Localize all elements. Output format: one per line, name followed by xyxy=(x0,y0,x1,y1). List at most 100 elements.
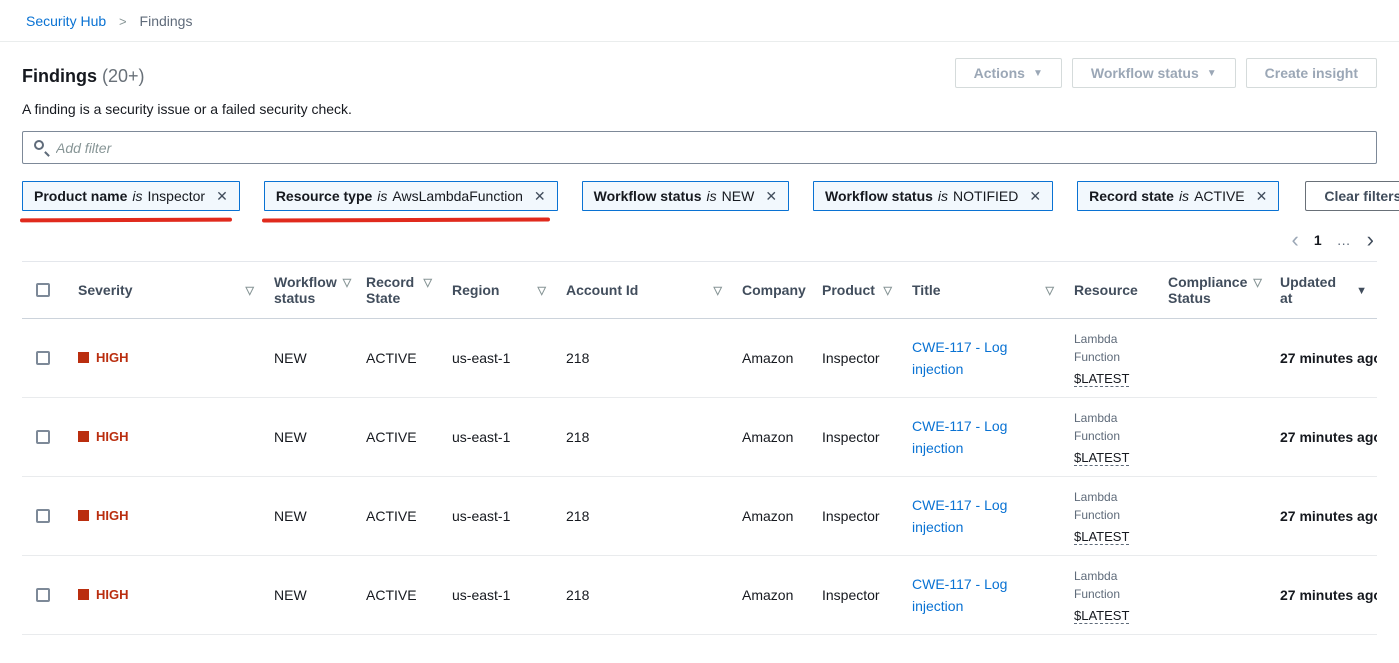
previous-page-icon[interactable]: ‹ xyxy=(1292,233,1299,247)
filter-chip-operator: is xyxy=(377,188,387,204)
breadcrumb-current: Findings xyxy=(140,13,193,29)
column-header-severity[interactable]: Severity▽ xyxy=(68,262,264,319)
search-icon xyxy=(34,140,44,150)
resource-id[interactable]: $LATEST xyxy=(1074,529,1129,545)
cell-record_state: ACTIVE xyxy=(356,477,442,556)
cell-compliance_status xyxy=(1158,477,1270,556)
column-header-workflow_status[interactable]: Workflow status▽ xyxy=(264,262,356,319)
resource-id[interactable]: $LATEST xyxy=(1074,371,1129,387)
filter-chip-operator: is xyxy=(132,188,142,204)
cell-compliance_status xyxy=(1158,556,1270,635)
table-row: HIGHNEWACTIVEus-east-1218AmazonInspector… xyxy=(22,477,1377,556)
column-label: Record State xyxy=(366,274,418,306)
cell-title: CWE-117 - Log injection xyxy=(902,556,1064,635)
dismiss-icon[interactable]: ✕ xyxy=(534,189,546,203)
page-title: Findings (20+) xyxy=(22,66,145,87)
findings-table: Severity▽Workflow status▽Record State▽Re… xyxy=(22,261,1377,635)
cell-region: us-east-1 xyxy=(442,556,556,635)
breadcrumb-security-hub[interactable]: Security Hub xyxy=(26,13,106,29)
severity-label: HIGH xyxy=(96,508,129,523)
next-page-icon[interactable]: › xyxy=(1367,233,1374,247)
column-header-updated_at[interactable]: Updated at▼ xyxy=(1270,262,1377,319)
workflow-status-button[interactable]: Workflow status ▼ xyxy=(1072,58,1236,88)
cell-severity: HIGH xyxy=(68,556,264,635)
finding-title-link[interactable]: CWE-117 - Log injection xyxy=(912,415,1054,460)
cell-updated_at: 27 minutes ago xyxy=(1270,398,1377,477)
filter-chip-name: Product name xyxy=(34,188,127,204)
clear-filters-button[interactable]: Clear filters xyxy=(1305,181,1399,211)
sort-icon[interactable]: ▽ xyxy=(343,276,351,289)
cell-account_id: 218 xyxy=(556,319,732,398)
sort-icon[interactable]: ▽ xyxy=(884,284,892,297)
column-label: Company xyxy=(742,282,806,298)
cell-compliance_status xyxy=(1158,319,1270,398)
filter-chip-value: NEW xyxy=(722,188,755,204)
sort-icon[interactable]: ▽ xyxy=(538,284,546,297)
finding-title-link[interactable]: CWE-117 - Log injection xyxy=(912,336,1054,381)
cell-product: Inspector xyxy=(812,319,902,398)
actions-button[interactable]: Actions ▼ xyxy=(955,58,1062,88)
row-checkbox[interactable] xyxy=(36,430,50,444)
column-header-product[interactable]: Product▽ xyxy=(812,262,902,319)
column-label: Title xyxy=(912,282,941,298)
add-filter-input[interactable] xyxy=(22,131,1377,164)
select-all-cell xyxy=(22,262,68,319)
cell-region: us-east-1 xyxy=(442,398,556,477)
row-select-cell xyxy=(22,319,68,398)
column-header-company: Company xyxy=(732,262,812,319)
row-checkbox[interactable] xyxy=(36,509,50,523)
column-header-account_id[interactable]: Account Id▽ xyxy=(556,262,732,319)
page-description: A finding is a security issue or a faile… xyxy=(22,101,1377,117)
dismiss-icon[interactable]: ✕ xyxy=(1256,189,1268,203)
filter-chip-name: Resource type xyxy=(276,188,372,204)
create-insight-button-label: Create insight xyxy=(1265,65,1358,81)
cell-product: Inspector xyxy=(812,477,902,556)
cell-severity: HIGH xyxy=(68,477,264,556)
dismiss-icon[interactable]: ✕ xyxy=(216,189,228,203)
resource-id[interactable]: $LATEST xyxy=(1074,608,1129,624)
cell-severity: HIGH xyxy=(68,319,264,398)
cell-region: us-east-1 xyxy=(442,477,556,556)
row-checkbox[interactable] xyxy=(36,351,50,365)
cell-updated_at: 27 minutes ago xyxy=(1270,556,1377,635)
cell-workflow_status: NEW xyxy=(264,556,356,635)
filter-chip: Record state is ACTIVE ✕ xyxy=(1077,181,1279,211)
filter-chip-value: Inspector xyxy=(147,188,205,204)
sort-icon[interactable]: ▽ xyxy=(246,284,254,297)
table-row: HIGHNEWACTIVEus-east-1218AmazonInspector… xyxy=(22,319,1377,398)
severity-label: HIGH xyxy=(96,429,129,444)
page-number-1[interactable]: 1 xyxy=(1314,233,1322,247)
column-label: Resource xyxy=(1074,282,1138,298)
finding-title-link[interactable]: CWE-117 - Log injection xyxy=(912,494,1054,539)
column-header-title[interactable]: Title ▽ xyxy=(902,262,1064,319)
sort-icon[interactable]: ▽ xyxy=(714,284,722,297)
sort-icon[interactable]: ▽ xyxy=(424,276,432,289)
severity-high-icon xyxy=(78,510,89,521)
table-row: HIGHNEWACTIVEus-east-1218AmazonInspector… xyxy=(22,398,1377,477)
workflow-status-button-label: Workflow status xyxy=(1091,65,1199,81)
create-insight-button[interactable]: Create insight xyxy=(1246,58,1377,88)
cell-record_state: ACTIVE xyxy=(356,556,442,635)
dismiss-icon[interactable]: ✕ xyxy=(1029,189,1041,203)
page-ellipsis: … xyxy=(1337,233,1352,247)
resource-type: Lambda Function xyxy=(1074,409,1140,445)
sort-icon[interactable]: ▽ xyxy=(1046,284,1054,297)
cell-workflow_status: NEW xyxy=(264,398,356,477)
cell-severity: HIGH xyxy=(68,398,264,477)
resource-id[interactable]: $LATEST xyxy=(1074,450,1129,466)
cell-account_id: 218 xyxy=(556,398,732,477)
column-header-resource: Resource xyxy=(1064,262,1158,319)
column-header-record_state[interactable]: Record State ▽ xyxy=(356,262,442,319)
severity-high-icon xyxy=(78,589,89,600)
finding-title-link[interactable]: CWE-117 - Log injection xyxy=(912,573,1054,618)
select-all-checkbox[interactable] xyxy=(36,283,50,297)
dismiss-icon[interactable]: ✕ xyxy=(765,189,777,203)
row-checkbox[interactable] xyxy=(36,588,50,602)
sort-icon[interactable]: ▽ xyxy=(1253,276,1261,289)
filter-chip-operator: is xyxy=(1179,188,1189,204)
cell-title: CWE-117 - Log injection xyxy=(902,477,1064,556)
filter-chip-value: NOTIFIED xyxy=(953,188,1018,204)
sort-desc-icon[interactable]: ▼ xyxy=(1356,285,1367,297)
column-header-region[interactable]: Region▽ xyxy=(442,262,556,319)
column-header-compliance_status[interactable]: Compliance Status▽ xyxy=(1158,262,1270,319)
